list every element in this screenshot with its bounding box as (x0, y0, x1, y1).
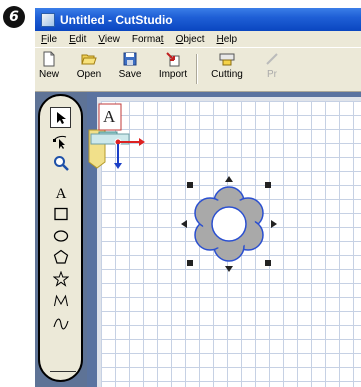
svg-text:A: A (55, 186, 66, 200)
text-tool-drag-hint: A (88, 103, 145, 169)
select-tool[interactable] (50, 107, 71, 128)
step-number-badge: 6 (3, 6, 25, 28)
left-dock: A (35, 92, 87, 387)
import-button-label: Import (158, 69, 188, 80)
open-folder-icon (81, 54, 97, 65)
flower-center-hole (211, 206, 247, 242)
rectangle-tool[interactable] (50, 203, 71, 224)
canvas-text-object: A (103, 107, 116, 126)
menu-help[interactable]: Help (210, 34, 243, 45)
text-tool[interactable]: A (50, 181, 71, 202)
menu-bar: File Edit View Format Object Help (35, 31, 361, 47)
polyline-tool-icon (53, 294, 68, 306)
cutting-machine-icon (219, 53, 235, 66)
preview-icon (266, 53, 278, 65)
save-disk-icon (123, 52, 137, 66)
text-tool-icon: A (55, 186, 66, 200)
new-button-label: New (38, 69, 59, 80)
cutting-button-label: Cutting (211, 69, 243, 80)
rectangle-tool-icon (53, 207, 68, 220)
main-toolbar: New Open Save Import Cutting Pr (35, 47, 361, 92)
new-document-icon (43, 51, 55, 67)
star-tool[interactable] (50, 268, 71, 289)
window-title: Untitled - CutStudio (60, 12, 173, 27)
polygon-tool[interactable] (50, 246, 71, 267)
ellipse-tool-icon (53, 229, 68, 242)
preview-button-label: Pr (267, 69, 277, 80)
cutstudio-window: Untitled - CutStudio File Edit View Form… (35, 8, 361, 387)
save-button[interactable]: Save (106, 51, 154, 80)
flower-shape-object[interactable] (179, 174, 279, 274)
polygon-tool-icon (53, 249, 68, 264)
curve-tool[interactable] (50, 313, 71, 334)
app-icon (41, 12, 55, 27)
toolbar-separator (196, 54, 198, 84)
menu-file[interactable]: File (35, 34, 63, 45)
menu-object[interactable]: Object (170, 34, 211, 45)
node-edit-tool[interactable] (50, 131, 71, 152)
menu-format[interactable]: Format (126, 34, 170, 45)
zoom-tool[interactable] (50, 152, 71, 173)
curve-tool-icon (52, 318, 69, 329)
ellipse-tool[interactable] (50, 225, 71, 246)
title-bar: Untitled - CutStudio (35, 8, 361, 31)
star-tool-icon (52, 270, 69, 287)
node-edit-icon (52, 135, 66, 149)
open-button-label: Open (76, 69, 102, 80)
panel-bottom-line (50, 371, 76, 372)
menu-edit[interactable]: Edit (63, 34, 92, 45)
preview-button[interactable]: Pr (248, 51, 296, 80)
select-arrow-icon (56, 111, 66, 124)
polyline-tool[interactable] (50, 290, 71, 311)
drawing-tools-panel: A (38, 94, 83, 382)
menu-view[interactable]: View (92, 34, 126, 45)
cutting-button[interactable]: Cutting (203, 51, 251, 80)
import-icon (166, 52, 180, 67)
save-button-label: Save (118, 69, 142, 80)
import-button[interactable]: Import (149, 51, 197, 80)
magnifier-icon (53, 155, 69, 171)
canvas-area[interactable]: A (87, 92, 361, 387)
